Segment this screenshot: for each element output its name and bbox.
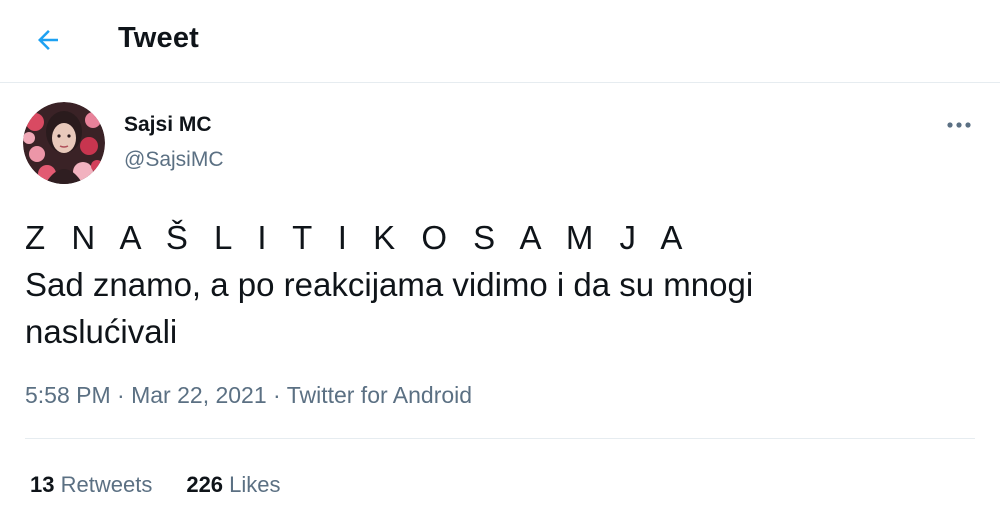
avatar[interactable] (23, 102, 105, 184)
tweet-text-line: Sad znamo, a po reakcijama vidimo i da s… (25, 266, 754, 303)
tweet-page: Tweet Sajsi MC @SajsiMC Z N A Š L I T I … (0, 0, 1000, 528)
divider (25, 438, 975, 439)
meta-separator: · (117, 382, 125, 408)
tweet-date[interactable]: Mar 22, 2021 (131, 382, 267, 408)
more-options-button[interactable] (938, 108, 980, 142)
retweets-count: 13 (30, 472, 55, 497)
avatar-photo (23, 102, 105, 184)
author-handle[interactable]: @SajsiMC (124, 148, 224, 172)
ellipsis-icon (947, 122, 971, 128)
retweets-stat[interactable]: 13 Retweets (30, 472, 152, 498)
page-header: Tweet (0, 0, 1000, 83)
likes-stat[interactable]: 226 Likes (186, 472, 280, 498)
likes-label: Likes (229, 472, 281, 497)
likes-count: 226 (186, 472, 224, 497)
tweet-time[interactable]: 5:58 PM (25, 382, 111, 408)
back-button[interactable] (28, 20, 68, 60)
arrow-left-icon (38, 30, 58, 50)
tweet-text-line: Z N A Š L I T I K O S A M J A (25, 219, 691, 256)
retweets-label: Retweets (60, 472, 153, 497)
meta-separator: · (273, 382, 281, 408)
tweet-stats: 13 Retweets 226 Likes (30, 472, 281, 498)
tweet-source[interactable]: Twitter for Android (287, 382, 472, 408)
tweet-meta: 5:58 PM · Mar 22, 2021 · Twitter for And… (25, 382, 472, 409)
tweet-text: Z N A Š L I T I K O S A M J A Sad znamo,… (25, 214, 975, 355)
tweet-text-line: naslućivali (25, 313, 178, 350)
page-title: Tweet (118, 22, 200, 54)
author-name[interactable]: Sajsi MC (124, 113, 212, 137)
